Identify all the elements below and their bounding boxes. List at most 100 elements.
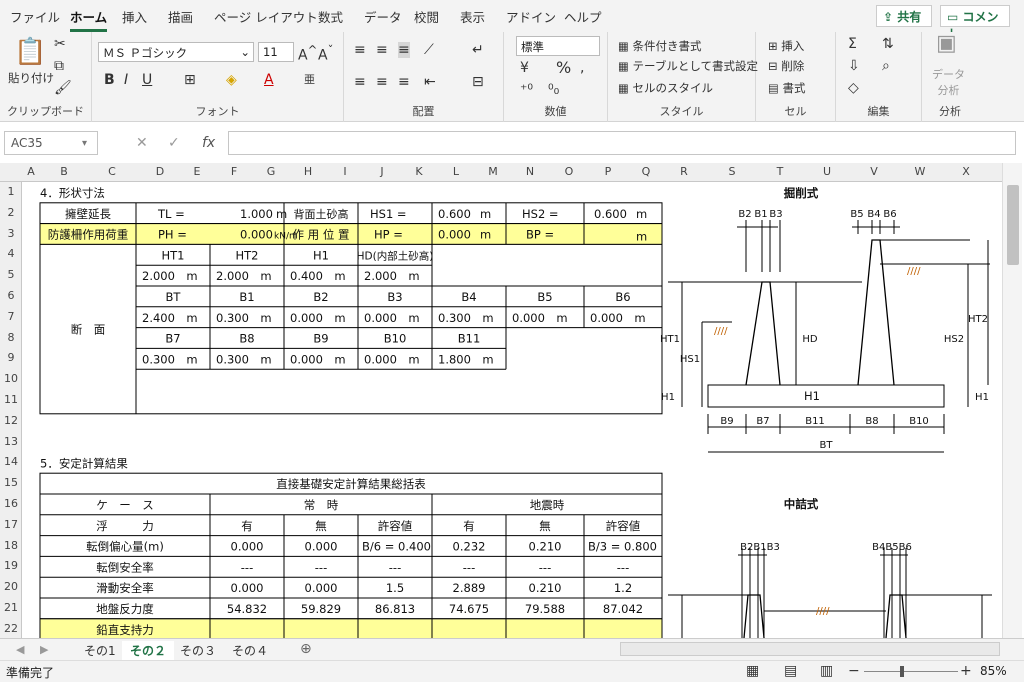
column-header-F[interactable]: F (210, 165, 258, 178)
column-header-M[interactable]: M (480, 165, 506, 178)
fill-icon[interactable]: ⇩ (848, 58, 860, 74)
column-header-I[interactable]: I (332, 165, 358, 178)
data-analysis-button[interactable]: データ 分析 (932, 66, 965, 98)
row-header-15[interactable]: 15 (0, 476, 22, 489)
insert-cells-button[interactable]: ⊞ 挿入 (768, 38, 804, 54)
fill-color-icon[interactable]: ◈ (226, 72, 237, 88)
comma-icon[interactable]: , (580, 60, 584, 76)
font-size-select[interactable]: 11 (258, 42, 294, 62)
column-header-L[interactable]: L (432, 165, 480, 178)
tab-addins[interactable]: アドイン (506, 7, 556, 26)
phonetic-icon[interactable]: 亜 (304, 72, 315, 88)
horizontal-scrollbar[interactable] (620, 642, 1000, 656)
vertical-scroll-thumb[interactable] (1007, 185, 1019, 265)
tab-formulas[interactable]: 数式 (318, 7, 343, 26)
row-header-12[interactable]: 12 (0, 414, 22, 427)
column-header-B[interactable]: B (40, 165, 88, 178)
autosum-icon[interactable]: Σ (848, 36, 857, 52)
row-header-16[interactable]: 16 (0, 497, 22, 510)
row-header-2[interactable]: 2 (0, 206, 22, 219)
font-color-icon[interactable]: A (264, 72, 274, 88)
row-header-11[interactable]: 11 (0, 393, 22, 406)
orientation-icon[interactable]: ⟋ (424, 42, 434, 58)
tab-review[interactable]: 校閲 (414, 7, 439, 26)
column-header-W[interactable]: W (898, 165, 942, 178)
cell-style-button[interactable]: ▦ セルのスタイル (618, 80, 713, 96)
column-header-V[interactable]: V (850, 165, 898, 178)
table-format-button[interactable]: ▦ テーブルとして書式設定 (618, 58, 758, 74)
row-header-5[interactable]: 5 (0, 268, 22, 281)
column-header-C[interactable]: C (88, 165, 136, 178)
zoom-slider[interactable] (864, 671, 958, 672)
tab-data[interactable]: データ (364, 7, 402, 26)
underline-icon[interactable]: U (142, 72, 152, 88)
row-header-3[interactable]: 3 (0, 227, 22, 240)
format-cells-button[interactable]: ▤ 書式 (768, 80, 806, 96)
row-header-10[interactable]: 10 (0, 372, 22, 385)
paste-button[interactable]: 貼り付け (8, 70, 54, 86)
zoom-out-icon[interactable]: − (848, 663, 860, 679)
align-center-icon[interactable]: ≡ (376, 74, 388, 90)
align-bottom-icon[interactable]: ≡ (398, 42, 410, 58)
row-header-20[interactable]: 20 (0, 580, 22, 593)
row-header-6[interactable]: 6 (0, 289, 22, 302)
share-button[interactable]: ⇪ 共有 (876, 5, 932, 27)
formula-input[interactable] (228, 131, 1016, 155)
row-header-13[interactable]: 13 (0, 435, 22, 448)
column-header-S[interactable]: S (708, 165, 756, 178)
column-header-G[interactable]: G (258, 165, 284, 178)
tab-file[interactable]: ファイル (10, 7, 60, 26)
column-header-J[interactable]: J (358, 165, 406, 178)
merge-icon[interactable]: ⊟ (472, 74, 484, 90)
font-name-select[interactable]: ＭＳ Ｐゴシック ⌄ (98, 42, 254, 62)
wrap-text-icon[interactable]: ↵ (472, 42, 484, 58)
comment-button[interactable]: ▭ コメント (940, 5, 1010, 41)
decrease-decimal-icon[interactable]: ⁰₀ (548, 82, 559, 98)
clear-icon[interactable]: ◇ (848, 80, 859, 96)
zoom-in-icon[interactable]: + (960, 663, 972, 679)
copy-icon[interactable]: ⧉ (54, 58, 64, 74)
column-header-X[interactable]: X (942, 165, 990, 178)
column-header-O[interactable]: O (554, 165, 584, 178)
page-layout-view-icon[interactable]: ▤ (784, 663, 797, 679)
cut-icon[interactable]: ✂ (54, 36, 66, 52)
page-break-view-icon[interactable]: ▥ (820, 663, 833, 679)
row-header-8[interactable]: 8 (0, 331, 22, 344)
tab-view[interactable]: 表示 (460, 7, 485, 26)
column-header-Q[interactable]: Q (632, 165, 660, 178)
add-sheet-icon[interactable]: ⊕ (300, 641, 312, 657)
sheet-tab-1[interactable]: その1 (76, 641, 124, 660)
number-format-select[interactable]: 標準 (516, 36, 600, 56)
italic-icon[interactable]: I (124, 72, 128, 88)
percent-icon[interactable]: % (556, 60, 571, 76)
row-header-1[interactable]: 1 (0, 185, 22, 198)
border-icon[interactable]: ⊞ (184, 72, 196, 88)
column-header-E[interactable]: E (184, 165, 210, 178)
namebox-dropdown-icon[interactable]: ▾ (82, 136, 87, 152)
align-right-icon[interactable]: ≡ (398, 74, 410, 90)
insert-function-icon[interactable]: fx (202, 135, 215, 151)
column-header-T[interactable]: T (756, 165, 804, 178)
row-header-17[interactable]: 17 (0, 518, 22, 531)
worksheet-grid[interactable]: 4．形状寸法 擁壁延長 TL = 1.000 m 背面土砂高 HS1 = 0.600 m HS2 … (22, 182, 1002, 638)
increase-decimal-icon[interactable]: ⁺⁰ (520, 82, 533, 98)
zoom-level[interactable]: 85% (980, 664, 1007, 678)
zoom-slider-thumb[interactable] (900, 666, 904, 677)
tab-home[interactable]: ホーム (70, 7, 108, 32)
row-header-14[interactable]: 14 (0, 455, 22, 468)
tab-insert[interactable]: 挿入 (122, 7, 147, 26)
column-header-K[interactable]: K (406, 165, 432, 178)
data-analysis-icon[interactable]: ▣ (936, 33, 957, 55)
row-header-4[interactable]: 4 (0, 247, 22, 260)
column-header-P[interactable]: P (584, 165, 632, 178)
cancel-icon[interactable]: ✕ (136, 135, 148, 151)
format-painter-icon[interactable]: 🖌 (54, 80, 72, 96)
delete-cells-button[interactable]: ⊟ 削除 (768, 58, 804, 74)
currency-icon[interactable]: ¥ (520, 60, 529, 76)
column-header-A[interactable]: A (22, 165, 40, 178)
row-header-21[interactable]: 21 (0, 601, 22, 614)
conditional-format-button[interactable]: ▦ 条件付き書式 (618, 38, 702, 54)
row-header-9[interactable]: 9 (0, 351, 22, 364)
column-header-R[interactable]: R (660, 165, 708, 178)
sheet-tab-4[interactable]: その４ (224, 641, 276, 660)
